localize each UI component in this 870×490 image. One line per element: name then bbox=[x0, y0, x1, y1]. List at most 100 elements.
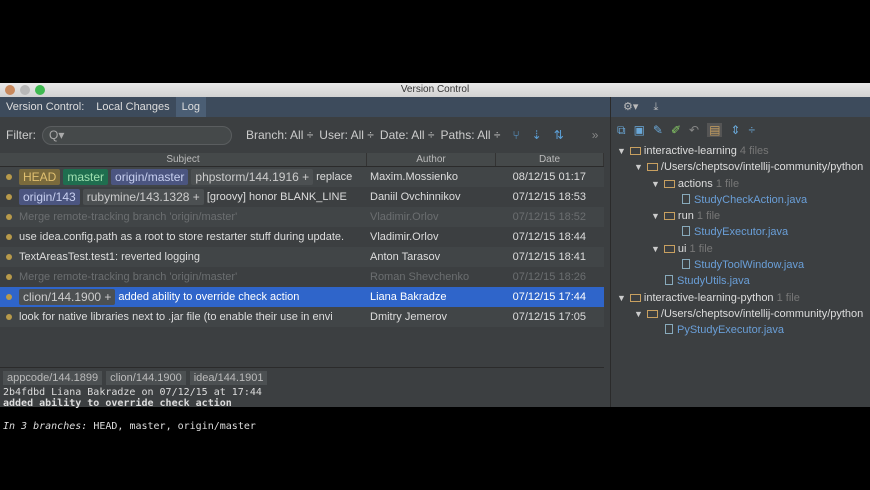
commit-author: Liana Bakradze bbox=[370, 291, 447, 303]
date-filter[interactable]: Date: All ÷ bbox=[380, 128, 435, 142]
tree-folder[interactable]: ▼ interactive-learning 4 files bbox=[611, 143, 870, 159]
folder-icon bbox=[663, 244, 675, 253]
tree-node-name: interactive-learning-python bbox=[643, 291, 774, 304]
branch-chip: appcode/144.1899 bbox=[3, 371, 103, 385]
filter-search-input[interactable]: Q▾ bbox=[42, 125, 232, 145]
commit-author: Vladimir.Orlov bbox=[370, 231, 439, 243]
tree-folder[interactable]: ▼ /Users/cheptsov/intellij-community/pyth… bbox=[611, 159, 870, 175]
column-subject[interactable]: Subject bbox=[0, 153, 367, 166]
filter-label: Filter: bbox=[6, 128, 36, 142]
branches-list: HEAD, master, origin/master bbox=[93, 421, 256, 432]
graph-node-icon bbox=[6, 214, 12, 220]
file-count: 1 file bbox=[689, 242, 713, 255]
expand-arrow-icon[interactable]: ▼ bbox=[634, 309, 643, 319]
expand-linear-icon[interactable]: ⇅ bbox=[554, 128, 564, 142]
commit-author: Anton Tarasov bbox=[370, 251, 441, 263]
compare-icon[interactable]: ▣ bbox=[634, 123, 645, 137]
commit-date: 07/12/15 18:53 bbox=[512, 191, 586, 203]
minimize-button[interactable] bbox=[20, 85, 30, 95]
commit-subject: Merge remote-tracking branch 'origin/mas… bbox=[19, 271, 238, 283]
commit-date: 07/12/15 18:44 bbox=[512, 231, 586, 243]
gear-icon[interactable]: ⚙▾ bbox=[617, 101, 644, 113]
tree-file[interactable]: StudyUtils.java bbox=[611, 273, 870, 289]
file-count: 1 file bbox=[696, 210, 721, 223]
commit-message: added ability to override check action bbox=[3, 398, 232, 409]
show-graph-icon[interactable]: ⑂ bbox=[512, 128, 519, 142]
ref-label: phpstorm/144.1916 + bbox=[191, 169, 314, 185]
expand-arrow-icon[interactable]: ▼ bbox=[617, 293, 626, 303]
paths-filter[interactable]: Paths: All ÷ bbox=[441, 128, 501, 142]
tree-node-name: run bbox=[677, 210, 694, 223]
folder-icon bbox=[663, 212, 675, 221]
user-filter[interactable]: User: All ÷ bbox=[319, 128, 374, 142]
commit-author: Dmitry Jemerov bbox=[370, 311, 448, 323]
commit-row[interactable]: use idea.config.path as a root to store … bbox=[0, 227, 604, 247]
tab-log[interactable]: Log bbox=[175, 97, 207, 117]
version-control-window: Version Control Version Control: Local C… bbox=[0, 83, 870, 432]
tab-local-changes[interactable]: Local Changes bbox=[90, 97, 175, 117]
commit-row[interactable]: origin/143 rubymine/143.1328 + [groovy] ho… bbox=[0, 187, 604, 207]
folder-icon bbox=[629, 147, 641, 155]
tree-folder[interactable]: ▼ interactive-learning-python 1 file bbox=[611, 290, 870, 306]
log-table-header: Subject Author Date bbox=[0, 153, 604, 167]
diff-icon[interactable]: ⧉ bbox=[617, 123, 626, 138]
log-panel: Filter: Q▾ Branch: All ÷ User: All ÷ Dat… bbox=[0, 117, 604, 432]
edit-icon[interactable]: ✐ bbox=[671, 123, 681, 137]
java-file-icon bbox=[665, 324, 673, 335]
file-count: 4 files bbox=[739, 145, 769, 157]
commit-row[interactable]: Merge remote-tracking branch 'origin/mas… bbox=[0, 267, 604, 287]
commit-row[interactable]: Merge remote-tracking branch 'origin/mas… bbox=[0, 207, 604, 227]
column-date[interactable]: Date bbox=[496, 153, 604, 166]
tree-file[interactable]: StudyExecutor.java bbox=[611, 224, 870, 240]
commit-subject: added ability to override check action bbox=[118, 291, 300, 303]
tree-folder[interactable]: ▼ actions 1 file bbox=[611, 176, 870, 192]
expand-arrow-icon[interactable]: ▼ bbox=[617, 146, 626, 156]
commit-date: 08/12/15 01:17 bbox=[512, 171, 586, 183]
tree-node-name: /Users/cheptsov/intellij-community/pytho… bbox=[660, 307, 864, 320]
commit-row[interactable]: HEAD master origin/master phpstorm/144.1916… bbox=[0, 167, 604, 187]
commit-header: 2b4fdbd Liana Bakradze on 07/12/15 at 17… bbox=[3, 387, 262, 398]
folder-icon bbox=[646, 309, 658, 318]
more-button[interactable]: » bbox=[592, 128, 599, 142]
commit-row[interactable]: clion/144.1900 + added ability to overrid… bbox=[0, 287, 604, 307]
collapse-linear-icon[interactable]: ⇣ bbox=[532, 128, 542, 142]
collapse-all-icon[interactable]: ÷ bbox=[749, 123, 756, 137]
expand-all-icon[interactable]: ⇕ bbox=[730, 123, 740, 137]
commit-date: 07/12/15 18:41 bbox=[512, 251, 586, 263]
tree-folder[interactable]: ▼ ui 1 file bbox=[611, 241, 870, 257]
tree-folder[interactable]: ▼ run 1 file bbox=[611, 208, 870, 224]
expand-arrow-icon[interactable]: ▼ bbox=[634, 162, 643, 172]
tree-file[interactable]: StudyToolWindow.java bbox=[611, 257, 870, 273]
commit-date: 07/12/15 17:05 bbox=[512, 311, 586, 323]
tree-folder[interactable]: ▼ /Users/cheptsov/intellij-community/pyth… bbox=[611, 306, 870, 322]
commit-subject: look for native libraries next to .jar f… bbox=[19, 311, 333, 323]
expand-arrow-icon[interactable]: ▼ bbox=[651, 244, 660, 254]
graph-node-icon bbox=[6, 274, 12, 280]
branches-label: In 3 branches: bbox=[3, 421, 88, 432]
expand-arrow-icon[interactable]: ▼ bbox=[651, 179, 660, 189]
hide-icon[interactable]: ⤓ bbox=[647, 101, 664, 113]
close-button[interactable] bbox=[5, 85, 15, 95]
folder-icon bbox=[629, 293, 641, 302]
commit-row[interactable]: TextAreasTest.test1: reverted logging Ant… bbox=[0, 247, 604, 267]
tree-node-name: interactive-learning bbox=[643, 145, 737, 157]
tab-bar: Version Control: Local Changes Log ⚙▾ ⤓ bbox=[0, 97, 870, 387]
file-count: 1 file bbox=[776, 291, 800, 304]
commit-subject: replace bbox=[316, 171, 353, 183]
folder-icon bbox=[663, 179, 675, 188]
tree-node-name: actions bbox=[677, 177, 713, 190]
edit-source-icon[interactable]: ✎ bbox=[653, 123, 663, 137]
commit-row[interactable]: look for native libraries next to .jar f… bbox=[0, 307, 604, 327]
expand-arrow-icon[interactable]: ▼ bbox=[651, 211, 660, 221]
ref-label: clion/144.1900 + bbox=[19, 289, 116, 305]
branch-filter[interactable]: Branch: All ÷ bbox=[246, 128, 313, 142]
tree-node-name: StudyExecutor.java bbox=[694, 226, 789, 239]
zoom-button[interactable] bbox=[35, 85, 45, 95]
group-by-directory-icon[interactable]: ▤ bbox=[707, 123, 723, 137]
commit-subject: TextAreasTest.test1: reverted logging bbox=[19, 251, 200, 263]
tree-file[interactable]: PyStudyExecutor.java bbox=[611, 322, 870, 338]
tree-node-name: ui bbox=[677, 242, 687, 255]
revert-icon[interactable]: ↶ bbox=[689, 123, 699, 137]
tree-file[interactable]: StudyCheckAction.java bbox=[611, 192, 870, 208]
column-author[interactable]: Author bbox=[367, 153, 496, 166]
